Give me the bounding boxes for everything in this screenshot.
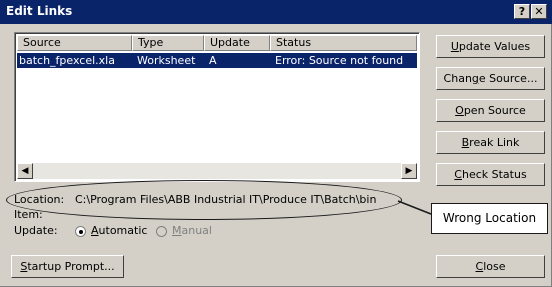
scroll-right-arrow-icon[interactable]: ▶ [401,163,417,179]
column-header-update[interactable]: Update [204,35,270,51]
wrong-location-callout: Wrong Location [431,203,548,234]
column-header-status[interactable]: Status [270,35,417,51]
check-status-button[interactable]: Check Status [436,163,545,186]
column-header-source[interactable]: Source [17,35,132,51]
startup-prompt-button[interactable]: Startup Prompt... [11,255,124,278]
title-bar: Edit Links ? ✕ [0,0,552,24]
scroll-left-arrow-icon[interactable]: ◀ [17,163,33,179]
radio-selected-dot-icon [79,230,83,234]
manual-radio-label[interactable]: Manual [172,224,212,237]
location-label: Location: [14,193,65,206]
automatic-radio-label[interactable]: Automatic [91,224,147,237]
manual-radio[interactable] [156,226,167,237]
close-button[interactable]: Close [436,255,545,278]
cell-update: A [209,54,217,67]
location-value: C:\Program Files\ABB Industrial IT\Produ… [75,193,377,206]
list-item[interactable]: batch_fpexcel.xla Worksheet A Error: Sou… [17,53,417,68]
help-button[interactable]: ? [514,4,530,19]
edit-links-dialog: Edit Links ? ✕ Source Type Update Status… [0,0,552,287]
update-values-button[interactable]: Update Values [436,35,545,58]
item-label: Item: [14,208,43,221]
dialog-title: Edit Links [6,4,73,18]
cell-type: Worksheet [137,54,196,67]
close-window-button[interactable]: ✕ [531,4,547,19]
cell-source: batch_fpexcel.xla [19,54,115,67]
column-header-type[interactable]: Type [132,35,204,51]
update-mode-label: Update: [14,224,58,237]
links-list[interactable]: Source Type Update Status batch_fpexcel.… [14,32,420,182]
change-source-button[interactable]: Change Source... [436,67,545,90]
open-source-button[interactable]: Open Source [436,99,545,122]
break-link-button[interactable]: Break Link [436,131,545,154]
cell-status: Error: Source not found [275,54,404,67]
list-header: Source Type Update Status [17,35,417,52]
automatic-radio[interactable] [75,226,86,237]
horizontal-scrollbar[interactable]: ◀ ▶ [17,163,417,179]
